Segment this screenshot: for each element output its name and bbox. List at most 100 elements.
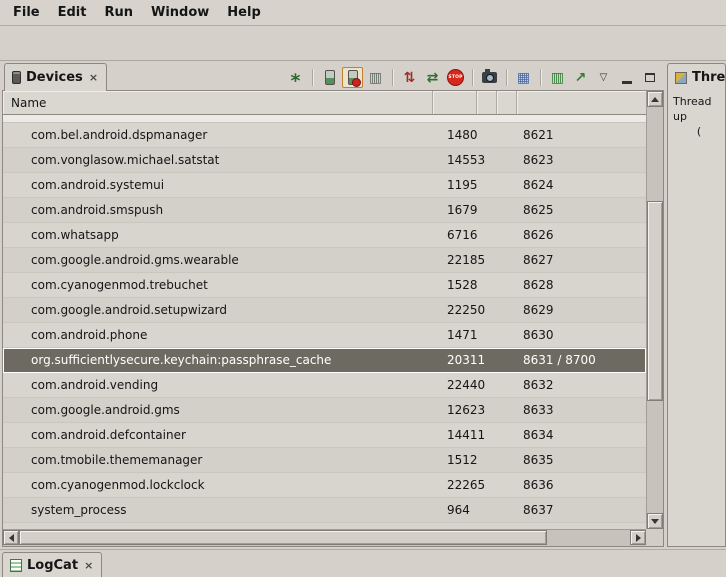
devices-toolbar: * ▥ ⇅ ⇄ STOP ▦ ▥ ↗ ▽ <box>285 66 660 89</box>
table-row[interactable]: com.google.android.gms.wearable 22185 86… <box>3 248 646 273</box>
column-header-port[interactable] <box>517 91 646 114</box>
process-port: 8624 <box>517 173 646 197</box>
bar-chart-icon[interactable]: ▥ <box>547 67 568 88</box>
table-row[interactable]: com.bel.android.dspmanager 1480 8621 <box>3 123 646 148</box>
scroll-down-button[interactable] <box>647 513 663 529</box>
process-name: com.android.vending <box>3 373 433 397</box>
method-profiling-icon[interactable]: ⇄ <box>422 67 443 88</box>
table-row[interactable]: com.cyanogenmod.trebuchet 1528 8628 <box>3 273 646 298</box>
process-pid: 1480 <box>433 123 517 147</box>
table-header: Name <box>3 91 646 115</box>
table-row-selected[interactable]: org.sufficientlysecure.keychain:passphra… <box>3 348 646 373</box>
threads-icon <box>675 72 687 84</box>
process-name: com.cyanogenmod.trebuchet <box>3 273 433 297</box>
arrow-up-icon <box>651 97 659 102</box>
update-threads-icon[interactable]: ⇅ <box>399 67 420 88</box>
process-name: com.bel.android.dspmanager <box>3 123 433 147</box>
column-header-name[interactable]: Name <box>3 91 433 114</box>
scroll-up-button[interactable] <box>647 91 663 107</box>
scrollbar-corner <box>646 529 663 546</box>
minimize-icon[interactable] <box>616 67 637 88</box>
main-area: Devices × * ▥ ⇅ ⇄ STOP ▦ ▥ ↗ ▽ <box>0 61 726 549</box>
table-row[interactable]: com.android.defcontainer 14411 8634 <box>3 423 646 448</box>
toolbar-separator <box>312 69 313 86</box>
screen-capture-icon[interactable] <box>479 67 500 88</box>
devices-panel-body: Name com.bel.android.dspmanager 1480 862… <box>2 90 664 547</box>
process-port: 8633 <box>517 398 646 422</box>
table-row[interactable]: com.tmobile.thememanager 1512 8635 <box>3 448 646 473</box>
process-port: 8635 <box>517 448 646 472</box>
process-name: system_process <box>3 498 433 522</box>
column-header-blank2[interactable] <box>497 91 517 114</box>
update-heap-icon[interactable] <box>319 67 340 88</box>
table-row[interactable]: system_process 964 8637 <box>3 498 646 523</box>
close-icon[interactable]: × <box>88 71 99 84</box>
table-row[interactable]: com.cyanogenmod.lockclock 22265 8636 <box>3 473 646 498</box>
process-pid: 12623 <box>433 398 517 422</box>
table-row[interactable]: com.vonglasow.michael.satstat 14553 8623 <box>3 148 646 173</box>
process-name: com.google.android.setupwizard <box>3 298 433 322</box>
logcat-icon <box>10 559 22 572</box>
process-pid: 14553 <box>433 148 517 172</box>
horizontal-scrollbar[interactable] <box>3 529 646 546</box>
partial-row <box>3 115 646 123</box>
vertical-scrollbar[interactable] <box>646 91 663 529</box>
minimize-bar-icon <box>622 81 632 84</box>
tab-devices-label: Devices <box>26 70 83 85</box>
menu-window[interactable]: Window <box>142 0 218 25</box>
toolbar-separator <box>506 69 507 86</box>
process-pid: 22185 <box>433 248 517 272</box>
process-port: 8636 <box>517 473 646 497</box>
threads-message-line1: Thread up <box>673 94 725 124</box>
table-row[interactable]: com.android.vending 22440 8632 <box>3 373 646 398</box>
process-name: com.google.android.gms <box>3 398 433 422</box>
close-icon[interactable]: × <box>83 559 94 572</box>
process-pid: 6716 <box>433 223 517 247</box>
process-port: 8623 <box>517 148 646 172</box>
table-row[interactable]: com.google.android.setupwizard 22250 862… <box>3 298 646 323</box>
horizontal-scroll-thumb[interactable] <box>19 530 547 545</box>
menu-edit[interactable]: Edit <box>49 0 96 25</box>
process-table: Name com.bel.android.dspmanager 1480 862… <box>3 91 646 529</box>
phone-icon <box>325 70 335 85</box>
process-name: com.google.android.gms.wearable <box>3 248 433 272</box>
tab-threads[interactable]: Threads <box>667 63 726 91</box>
view-hierarchy-icon[interactable]: ▦ <box>513 67 534 88</box>
process-pid: 1471 <box>433 323 517 347</box>
table-row[interactable]: com.android.phone 1471 8630 <box>3 323 646 348</box>
view-menu-icon[interactable]: ▽ <box>593 67 614 88</box>
debug-process-icon[interactable]: * <box>285 67 306 88</box>
menu-run[interactable]: Run <box>95 0 142 25</box>
scroll-right-button[interactable] <box>630 530 646 545</box>
column-header-pid[interactable] <box>433 91 477 114</box>
stop-process-icon[interactable]: STOP <box>445 67 466 88</box>
menu-file[interactable]: File <box>4 0 49 25</box>
threads-panel: Threads Thread up ( <box>667 63 726 547</box>
threads-panel-body: Thread up ( <box>667 90 726 547</box>
process-name: org.sufficientlysecure.keychain:passphra… <box>3 348 433 373</box>
process-name: com.android.phone <box>3 323 433 347</box>
scroll-left-button[interactable] <box>3 530 19 545</box>
process-pid: 1512 <box>433 448 517 472</box>
maximize-icon[interactable] <box>639 67 660 88</box>
process-name: com.vonglasow.michael.satstat <box>3 148 433 172</box>
process-pid: 964 <box>433 498 517 522</box>
dump-hprof-icon[interactable] <box>342 67 363 88</box>
process-name: com.android.systemui <box>3 173 433 197</box>
process-pid: 22265 <box>433 473 517 497</box>
table-row[interactable]: com.google.android.gms 12623 8633 <box>3 398 646 423</box>
table-row[interactable]: com.whatsapp 6716 8626 <box>3 223 646 248</box>
tab-logcat[interactable]: LogCat × <box>2 552 102 577</box>
line-chart-icon[interactable]: ↗ <box>570 67 591 88</box>
table-row[interactable]: com.android.systemui 1195 8624 <box>3 173 646 198</box>
process-pid: 14411 <box>433 423 517 447</box>
vertical-scroll-thumb[interactable] <box>647 201 663 401</box>
tab-devices[interactable]: Devices × <box>4 63 107 91</box>
menu-help[interactable]: Help <box>218 0 269 25</box>
process-port: 8627 <box>517 248 646 272</box>
cause-gc-icon[interactable]: ▥ <box>365 67 386 88</box>
process-port: 8637 <box>517 498 646 522</box>
process-port: 8631 / 8700 <box>517 348 646 373</box>
column-header-blank1[interactable] <box>477 91 497 114</box>
table-row[interactable]: com.android.smspush 1679 8625 <box>3 198 646 223</box>
